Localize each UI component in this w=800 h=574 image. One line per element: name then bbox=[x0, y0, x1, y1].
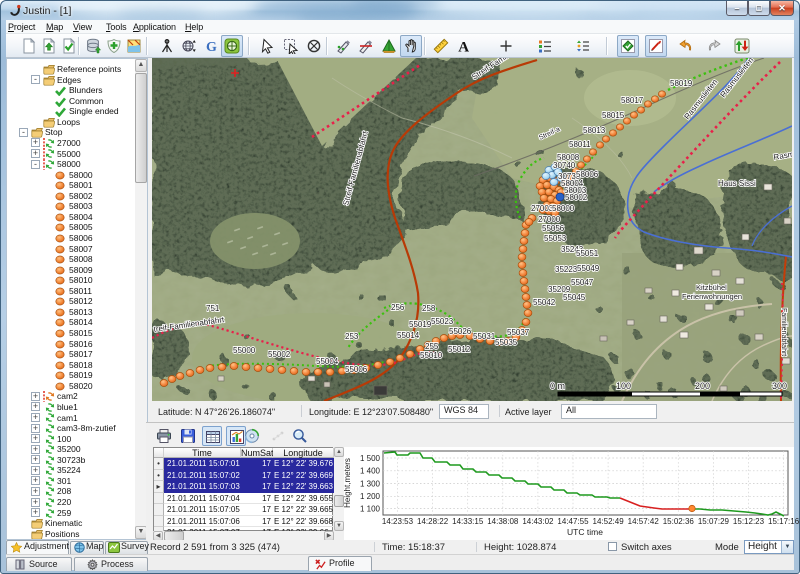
svg-text:G: G bbox=[206, 40, 217, 54]
svg-text:55045: 55045 bbox=[563, 293, 586, 302]
svg-text:58015: 58015 bbox=[602, 111, 625, 120]
svg-text:58006: 58006 bbox=[576, 170, 599, 179]
svg-text:14:23:53: 14:23:53 bbox=[382, 517, 414, 526]
svg-text:55002: 55002 bbox=[268, 350, 291, 359]
svg-text:55053: 55053 bbox=[544, 234, 567, 243]
svg-text:14:43:02: 14:43:02 bbox=[522, 517, 554, 526]
svg-text:1 300: 1 300 bbox=[360, 479, 381, 488]
svg-text:58002: 58002 bbox=[565, 193, 588, 202]
svg-text:55049: 55049 bbox=[577, 264, 600, 273]
svg-text:Haus Sissi: Haus Sissi bbox=[718, 179, 756, 188]
svg-text:258: 258 bbox=[422, 304, 436, 313]
svg-text:55026: 55026 bbox=[449, 327, 472, 336]
svg-text:58011: 58011 bbox=[569, 140, 591, 149]
svg-text:55042: 55042 bbox=[533, 298, 556, 307]
svg-text:1 100: 1 100 bbox=[360, 504, 381, 513]
svg-text:0 m: 0 m bbox=[550, 381, 565, 391]
svg-text:55023: 55023 bbox=[431, 317, 454, 326]
svg-text:100: 100 bbox=[616, 381, 631, 391]
svg-text:Familienabfahrt: Familienabfahrt bbox=[780, 308, 787, 356]
svg-text:14:38:08: 14:38:08 bbox=[487, 517, 519, 526]
svg-text:300: 300 bbox=[772, 381, 787, 391]
svg-text:1 200: 1 200 bbox=[360, 492, 381, 501]
svg-text:55051: 55051 bbox=[576, 249, 599, 258]
svg-text:15:17:16: 15:17:16 bbox=[768, 517, 800, 526]
svg-text:55000: 55000 bbox=[233, 346, 256, 355]
svg-text:55047: 55047 bbox=[571, 278, 594, 287]
svg-text:14:28:22: 14:28:22 bbox=[417, 517, 449, 526]
svg-text:15:07:29: 15:07:29 bbox=[698, 517, 730, 526]
svg-text:58017: 58017 bbox=[621, 96, 644, 105]
svg-text:Height,meters: Height,meters bbox=[343, 458, 352, 508]
svg-text:1 500: 1 500 bbox=[360, 454, 381, 463]
svg-text:27003: 27003 bbox=[531, 204, 554, 213]
svg-text:55006: 55006 bbox=[345, 365, 368, 374]
svg-text:55019: 55019 bbox=[409, 320, 432, 329]
svg-text:58013: 58013 bbox=[583, 126, 606, 135]
svg-text:58019: 58019 bbox=[670, 79, 693, 88]
svg-text:58008: 58008 bbox=[557, 153, 580, 162]
svg-text:55035: 55035 bbox=[495, 338, 518, 347]
svg-text:14:33:15: 14:33:15 bbox=[452, 517, 484, 526]
svg-text:253: 253 bbox=[345, 332, 359, 341]
svg-text:Ferienwohnungen: Ferienwohnungen bbox=[682, 292, 742, 301]
svg-text:55056: 55056 bbox=[542, 224, 565, 233]
svg-text:30740: 30740 bbox=[553, 161, 576, 170]
svg-text:1 400: 1 400 bbox=[360, 467, 381, 476]
svg-text:55012: 55012 bbox=[448, 345, 471, 354]
svg-text:15:02:36: 15:02:36 bbox=[663, 517, 695, 526]
svg-text:15:12:23: 15:12:23 bbox=[733, 517, 765, 526]
svg-text:14:52:49: 14:52:49 bbox=[593, 517, 625, 526]
svg-text:255: 255 bbox=[425, 342, 439, 351]
svg-text:55031: 55031 bbox=[473, 332, 496, 341]
svg-text:55037: 55037 bbox=[507, 328, 530, 337]
svg-text:55004: 55004 bbox=[316, 357, 339, 366]
svg-text:200: 200 bbox=[695, 381, 710, 391]
svg-text:751: 751 bbox=[206, 304, 220, 313]
svg-text:58000: 58000 bbox=[552, 204, 575, 213]
svg-text:UTC time: UTC time bbox=[567, 527, 603, 537]
svg-text:Kitzbühel: Kitzbühel bbox=[696, 283, 727, 292]
svg-text:256: 256 bbox=[391, 303, 405, 312]
svg-text:55014: 55014 bbox=[397, 331, 420, 340]
svg-text:14:57:42: 14:57:42 bbox=[628, 517, 660, 526]
svg-text:14:47:55: 14:47:55 bbox=[557, 517, 589, 526]
svg-text:35223: 35223 bbox=[555, 265, 578, 274]
svg-text:55010: 55010 bbox=[420, 351, 443, 360]
svg-text:27000: 27000 bbox=[538, 215, 561, 224]
svg-text:A: A bbox=[458, 40, 469, 55]
